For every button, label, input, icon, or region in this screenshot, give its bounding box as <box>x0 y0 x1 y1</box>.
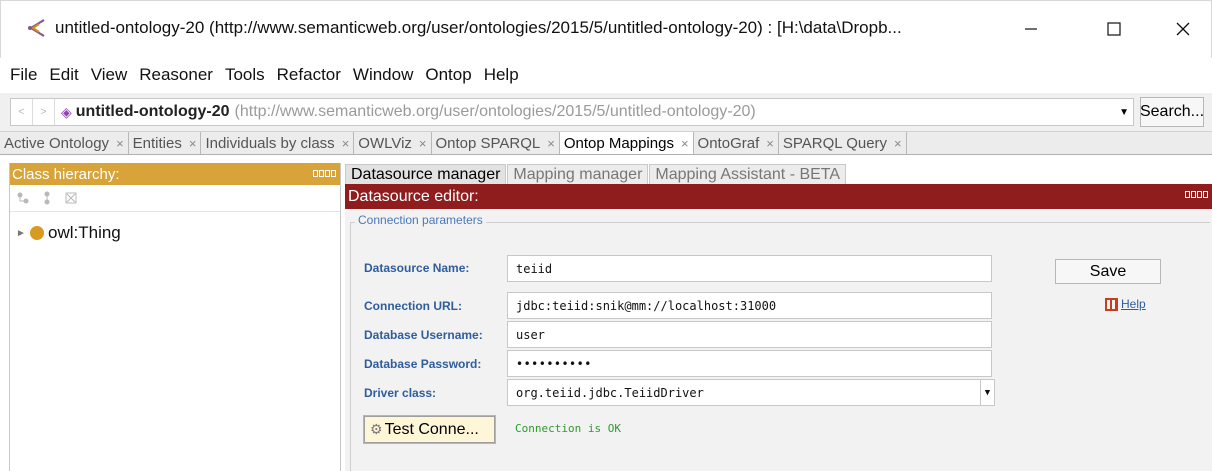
subtab-mapping-assistant[interactable]: Mapping Assistant - BETA <box>649 164 847 184</box>
menu-edit[interactable]: Edit <box>49 65 78 85</box>
tab-close-icon[interactable]: × <box>419 136 427 151</box>
minimize-icon <box>1025 28 1037 30</box>
window-title: untitled-ontology-20 (http://www.semanti… <box>55 18 902 37</box>
tab-close-icon[interactable]: × <box>681 136 689 151</box>
tab-active-ontology[interactable]: Active Ontology × <box>0 132 129 154</box>
tab-close-icon[interactable]: × <box>547 136 555 151</box>
class-hierarchy-panel: Class hierarchy: ► owl:Thing <box>9 163 341 471</box>
menu-help[interactable]: Help <box>484 65 519 85</box>
maximize-icon <box>1107 22 1121 36</box>
menu-file[interactable]: File <box>10 65 37 85</box>
tab-label: Individuals by class <box>205 134 335 152</box>
add-subclass-icon[interactable] <box>16 191 30 205</box>
datasource-editor-title: Datasource editor: <box>348 187 479 205</box>
connection-status-text: Connection is OK <box>515 422 621 435</box>
close-icon <box>1176 22 1190 36</box>
class-hierarchy-title: Class hierarchy: <box>12 165 120 183</box>
tab-ontop-mappings[interactable]: Ontop Mappings × <box>559 132 694 154</box>
class-hierarchy-toolbar <box>10 185 340 212</box>
tab-label: OntoGraf <box>697 134 760 152</box>
maximize-button[interactable] <box>1086 9 1142 49</box>
panel-controls-icon[interactable] <box>313 170 336 177</box>
tab-label: Active Ontology <box>4 134 110 152</box>
tab-label: SPARQL Query <box>782 134 888 152</box>
menu-window[interactable]: Window <box>353 65 413 85</box>
subtab-mapping-manager[interactable]: Mapping manager <box>507 164 649 184</box>
ontology-address-bar: < > ◈ untitled-ontology-20 (http://www.s… <box>0 93 1212 131</box>
menu-view[interactable]: View <box>91 65 128 85</box>
tab-entities[interactable]: Entities × <box>129 132 202 154</box>
menu-reasoner[interactable]: Reasoner <box>139 65 213 85</box>
tree-node-owl-thing[interactable]: ► owl:Thing <box>10 221 340 245</box>
driver-class-select[interactable]: org.teiid.jdbc.TeiidDriver ▼ <box>507 379 995 406</box>
link-icon: ⚙ <box>370 421 383 437</box>
ontology-name: untitled-ontology-20 <box>75 103 230 120</box>
class-icon <box>30 226 44 240</box>
minimize-button[interactable] <box>1003 9 1059 49</box>
tab-close-icon[interactable]: × <box>894 136 902 151</box>
connection-parameters-group: Connection parameters Datasource Name: t… <box>350 213 1210 471</box>
help-icon <box>1105 297 1118 311</box>
test-connection-button[interactable]: ⚙ Test Conne... <box>363 415 496 444</box>
datasource-editor-header: Datasource editor: <box>345 184 1212 209</box>
tab-close-icon[interactable]: × <box>189 136 197 151</box>
delete-class-icon[interactable] <box>64 191 78 205</box>
connection-parameters-title: Connection parameters <box>355 213 486 227</box>
tab-close-icon[interactable]: × <box>342 136 350 151</box>
tab-ontop-sparql[interactable]: Ontop SPARQL × <box>432 132 560 154</box>
tab-ontograf[interactable]: OntoGraf × <box>694 132 779 154</box>
menu-tools[interactable]: Tools <box>225 65 265 85</box>
dropdown-arrow-icon[interactable]: ▼ <box>980 380 994 405</box>
tab-label: Ontop Mappings <box>563 134 674 152</box>
tab-label: Ontop SPARQL <box>435 134 541 152</box>
datasource-name-field[interactable]: teiid <box>507 255 992 282</box>
ontop-mappings-panel: Datasource manager Mapping manager Mappi… <box>345 163 1212 471</box>
add-sibling-icon[interactable] <box>40 191 54 205</box>
test-connection-label: Test Conne... <box>384 420 479 438</box>
ontology-selector[interactable]: < > ◈ untitled-ontology-20 (http://www.s… <box>10 98 1134 126</box>
mapping-subtabs: Datasource manager Mapping manager Mappi… <box>345 163 1212 184</box>
database-username-label: Database Username: <box>364 328 483 342</box>
help-link[interactable]: Help <box>1105 297 1146 311</box>
tab-label: Entities <box>132 134 182 152</box>
connection-url-label: Connection URL: <box>364 299 462 313</box>
class-hierarchy-header: Class hierarchy: <box>10 163 340 185</box>
tab-owlviz[interactable]: OWLViz × <box>354 132 432 154</box>
menu-bar: File Edit View Reasoner Tools Refactor W… <box>0 58 1212 92</box>
tab-label: OWLViz <box>358 134 412 152</box>
save-button[interactable]: Save <box>1055 259 1161 284</box>
driver-class-value: org.teiid.jdbc.TeiidDriver <box>516 385 704 400</box>
driver-class-label: Driver class: <box>364 386 437 400</box>
datasource-name-label: Datasource Name: <box>364 261 470 275</box>
tab-close-icon[interactable]: × <box>116 136 124 151</box>
subtab-datasource-manager[interactable]: Datasource manager <box>345 164 507 184</box>
protege-app-icon <box>28 19 45 37</box>
search-button[interactable]: Search... <box>1140 97 1204 127</box>
tree-node-label: owl:Thing <box>48 223 121 242</box>
window-title-bar: untitled-ontology-20 (http://www.semanti… <box>0 0 1212 58</box>
menu-ontop[interactable]: Ontop <box>425 65 471 85</box>
database-username-field[interactable]: user <box>507 321 992 348</box>
database-password-label: Database Password: <box>364 357 482 371</box>
ontology-icon: ◈ <box>61 103 72 120</box>
tab-individuals-by-class[interactable]: Individuals by class × <box>201 132 355 154</box>
connection-url-field[interactable]: jdbc:teiid:snik@mm://localhost:31000 <box>507 292 992 319</box>
database-password-field[interactable]: •••••••••• <box>507 350 992 377</box>
panel-controls-icon[interactable] <box>1185 191 1208 198</box>
tab-close-icon[interactable]: × <box>766 136 774 151</box>
forward-button[interactable]: > <box>33 99 55 125</box>
ontology-iri: (http://www.semanticweb.org/user/ontolog… <box>234 103 756 120</box>
tab-sparql-query[interactable]: SPARQL Query × <box>779 132 907 154</box>
datasource-editor-body: Connection parameters Datasource Name: t… <box>345 209 1212 471</box>
close-button[interactable] <box>1155 9 1211 49</box>
back-button[interactable]: < <box>11 99 33 125</box>
workspace-tabs: Active Ontology × Entities × Individuals b… <box>0 131 1212 155</box>
help-label: Help <box>1121 297 1146 311</box>
menu-refactor[interactable]: Refactor <box>277 65 341 85</box>
expand-arrow-icon[interactable]: ► <box>16 228 30 239</box>
dropdown-arrow-icon[interactable]: ▼ <box>1119 107 1129 118</box>
